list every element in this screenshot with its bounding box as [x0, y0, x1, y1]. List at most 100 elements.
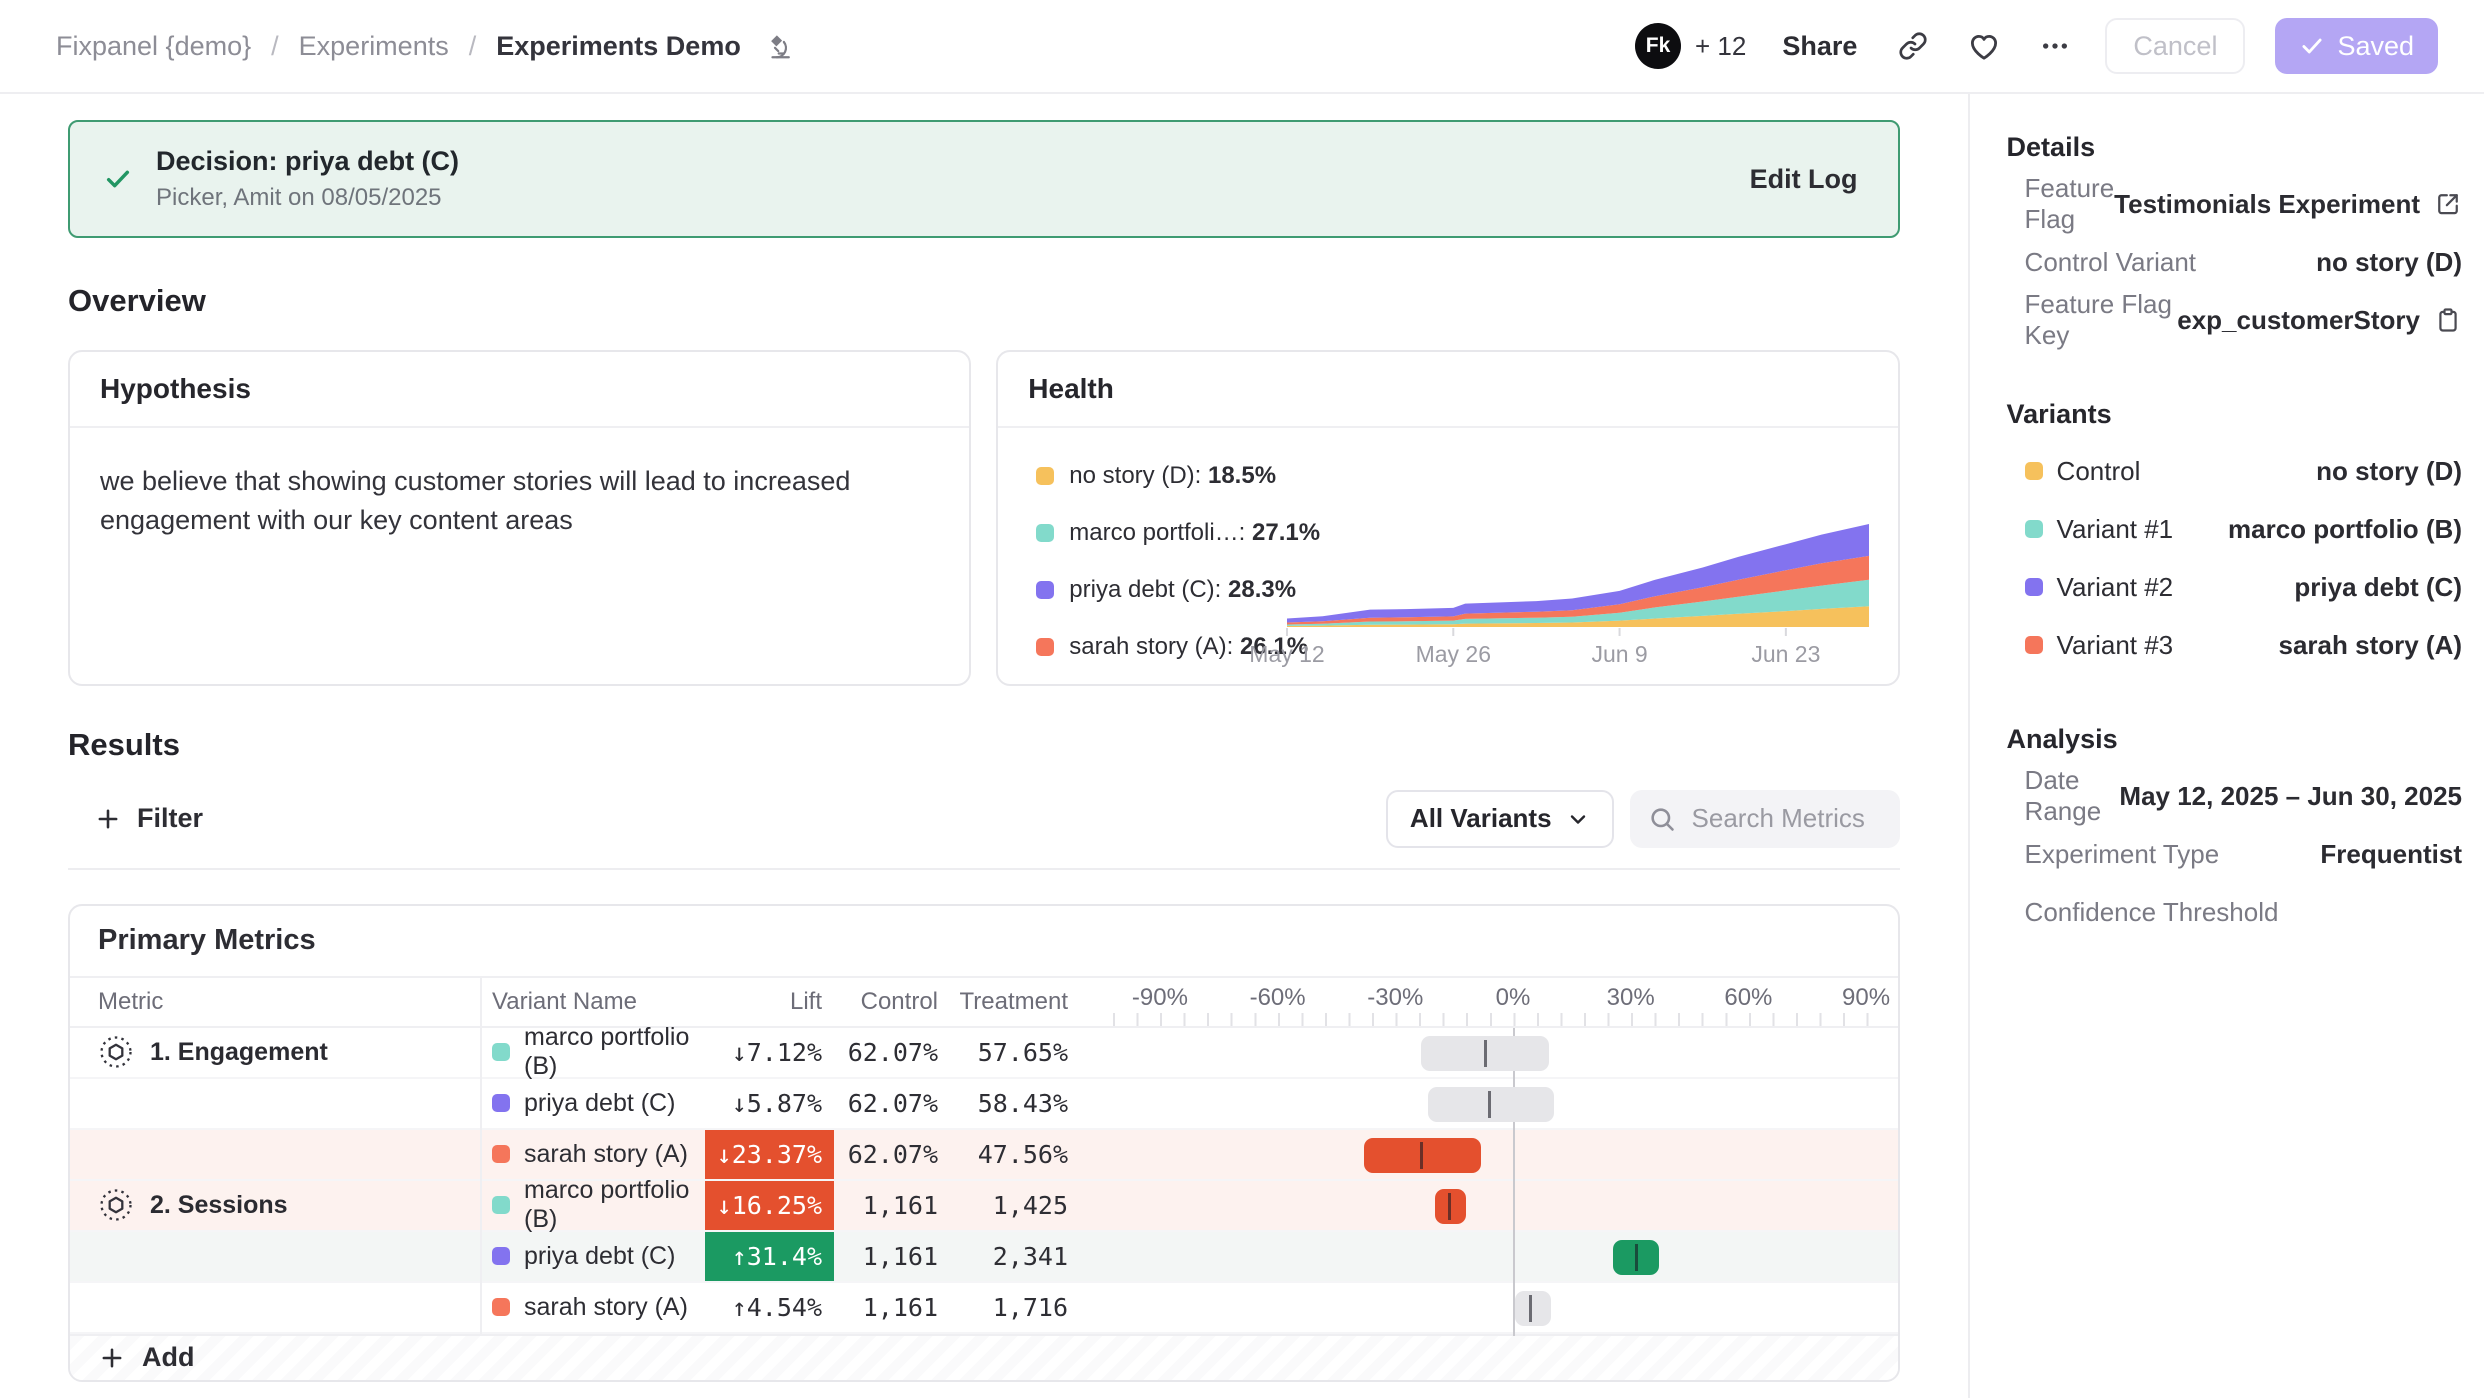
primary-metrics-card: Primary Metrics Metric Variant Name Lift…	[68, 904, 1900, 1382]
variant-cell: sarah story (A)	[480, 1283, 705, 1332]
axis-ticks	[1113, 1013, 1876, 1026]
axis-tick-label: 0%	[1496, 984, 1531, 1012]
ci-chart-cell	[1080, 1028, 1898, 1077]
variant-name: sarah story (A)	[524, 1293, 688, 1322]
zero-percent-line	[1513, 1028, 1515, 1336]
legend-swatch	[1036, 638, 1054, 656]
treatment-value: 47.56%	[950, 1130, 1080, 1179]
legend-item: priya debt (C): 28.3%	[1036, 576, 1320, 604]
x-axis-label: May 26	[1415, 641, 1490, 667]
table-row[interactable]: sarah story (A)↓23.37%62.07%47.56%	[70, 1130, 1898, 1181]
details-rows: Feature FlagTestimonials ExperimentContr…	[2007, 175, 2462, 349]
topbar: Fixpanel {demo} / Experiments / Experime…	[0, 0, 2484, 94]
analysis-value: Frequentist	[2320, 839, 2462, 870]
axis-tick-label: 90%	[1842, 984, 1890, 1012]
confidence-interval-bar	[1515, 1291, 1551, 1326]
legend-swatch	[1036, 467, 1054, 485]
details-sidebar: Details Feature FlagTestimonials Experim…	[1968, 94, 2484, 1398]
variant-slot-label: Variant #2	[2057, 572, 2174, 603]
search-metrics-input[interactable]	[1690, 802, 1882, 835]
table-row[interactable]: 1. Engagementmarco portfolio (B)↓7.12%62…	[70, 1028, 1898, 1079]
cancel-button[interactable]: Cancel	[2105, 18, 2245, 74]
add-filter-button[interactable]: Filter	[88, 802, 209, 835]
lift-chip: ↓23.37%	[705, 1130, 834, 1179]
results-controls: Filter All Variants	[68, 790, 1900, 848]
interval-midpoint-tick	[1488, 1091, 1491, 1118]
check-icon	[2299, 33, 2325, 59]
variant-rows: Controlno story (D)Variant #1marco portf…	[2007, 442, 2462, 674]
lift-cell: ↑4.54%	[705, 1283, 834, 1332]
variant-name: sarah story (A)	[524, 1140, 688, 1169]
legend-swatch	[1036, 524, 1054, 542]
lift-chip: ↓16.25%	[705, 1181, 834, 1230]
variant-swatch	[492, 1247, 510, 1265]
metric-cell	[70, 1130, 480, 1179]
variant-swatch	[2025, 462, 2043, 480]
treatment-value: 57.65%	[950, 1028, 1080, 1077]
lift-cell: ↓16.25%	[705, 1181, 834, 1230]
table-row[interactable]: priya debt (C)↓5.87%62.07%58.43%	[70, 1079, 1898, 1130]
copy-link-icon[interactable]	[1893, 26, 1933, 66]
results-heading: Results	[68, 726, 1900, 764]
copy-icon[interactable]	[2434, 306, 2462, 334]
variant-row: Variant #1marco portfolio (B)	[2007, 500, 2462, 558]
analysis-label: Experiment Type	[2025, 839, 2220, 870]
favorite-heart-icon[interactable]	[1963, 25, 2005, 67]
variant-cell: priya debt (C)	[480, 1232, 705, 1281]
detail-label: Feature Flag Key	[2025, 289, 2178, 351]
col-treatment: Treatment	[950, 988, 1080, 1016]
variant-row: Variant #3sarah story (A)	[2007, 616, 2462, 674]
avatar[interactable]: Fk	[1635, 23, 1681, 69]
variant-swatch	[492, 1298, 510, 1316]
treatment-value: 2,341	[950, 1232, 1080, 1281]
variant-swatch	[2025, 578, 2043, 596]
table-row[interactable]: priya debt (C)↑31.4%1,1612,341	[70, 1232, 1898, 1283]
breadcrumb-current: Experiments Demo	[496, 31, 741, 62]
variants-dropdown[interactable]: All Variants	[1386, 790, 1614, 848]
table-row[interactable]: sarah story (A)↑4.54%1,1611,716	[70, 1283, 1898, 1334]
x-axis-label: Jun 9	[1591, 641, 1647, 667]
variant-name: priya debt (C)	[524, 1242, 675, 1271]
metric-target-icon	[98, 1187, 134, 1223]
column-divider	[480, 976, 482, 1336]
detail-row: Feature Flag Keyexp_customerStory	[2007, 291, 2462, 349]
breadcrumb-experiments[interactable]: Experiments	[299, 31, 449, 62]
variant-swatch	[2025, 520, 2043, 538]
decision-banner: Decision: priya debt (C) Picker, Amit on…	[68, 120, 1900, 238]
saved-button[interactable]: Saved	[2275, 18, 2438, 74]
interval-midpoint-tick	[1635, 1244, 1638, 1271]
control-value: 1,161	[834, 1181, 950, 1230]
analysis-label: Confidence Threshold	[2025, 897, 2279, 928]
more-options-icon[interactable]	[2035, 26, 2075, 66]
control-value: 1,161	[834, 1283, 950, 1332]
ci-chart-cell	[1080, 1283, 1898, 1332]
breadcrumb: Fixpanel {demo} / Experiments / Experime…	[56, 31, 795, 62]
analysis-row: Date RangeMay 12, 2025 – Jun 30, 2025	[2007, 767, 2462, 825]
detail-value: Testimonials Experiment	[2114, 189, 2462, 220]
add-metric-button[interactable]: Add	[70, 1334, 1898, 1380]
legend-item: no story (D): 18.5%	[1036, 462, 1320, 490]
variant-slot-label: Control	[2057, 456, 2141, 487]
avatar-overflow-count[interactable]: + 12	[1695, 31, 1746, 62]
breadcrumb-project[interactable]: Fixpanel {demo}	[56, 31, 251, 62]
variant-value: sarah story (A)	[2279, 630, 2463, 661]
analysis-row: Confidence Threshold	[2007, 883, 2462, 941]
detail-value: no story (D)	[2316, 247, 2462, 278]
edit-log-button[interactable]: Edit Log	[1750, 164, 1858, 195]
axis-tick-label: -30%	[1367, 984, 1423, 1012]
detail-value-text: Testimonials Experiment	[2114, 189, 2420, 220]
external-link-icon[interactable]	[2434, 190, 2462, 218]
share-button[interactable]: Share	[1776, 31, 1863, 62]
health-body: no story (D): 18.5%marco portfoli…: 27.1…	[998, 428, 1897, 684]
table-row[interactable]: 2. Sessionsmarco portfolio (B)↓16.25%1,1…	[70, 1181, 1898, 1232]
hypothesis-card: Hypothesis we believe that showing custo…	[68, 350, 971, 686]
health-legend: no story (D): 18.5%marco portfoli…: 27.1…	[1036, 462, 1320, 661]
axis-tick-label: -90%	[1132, 984, 1188, 1012]
decision-subtitle: Picker, Amit on 08/05/2025	[156, 184, 459, 212]
add-filter-label: Filter	[137, 803, 203, 834]
metric-cell: 2. Sessions	[70, 1181, 480, 1230]
metric-name: 1. Engagement	[150, 1038, 328, 1067]
ci-chart-cell	[1080, 1181, 1898, 1230]
metric-cell	[70, 1232, 480, 1281]
x-axis-label: May 12	[1249, 641, 1324, 667]
